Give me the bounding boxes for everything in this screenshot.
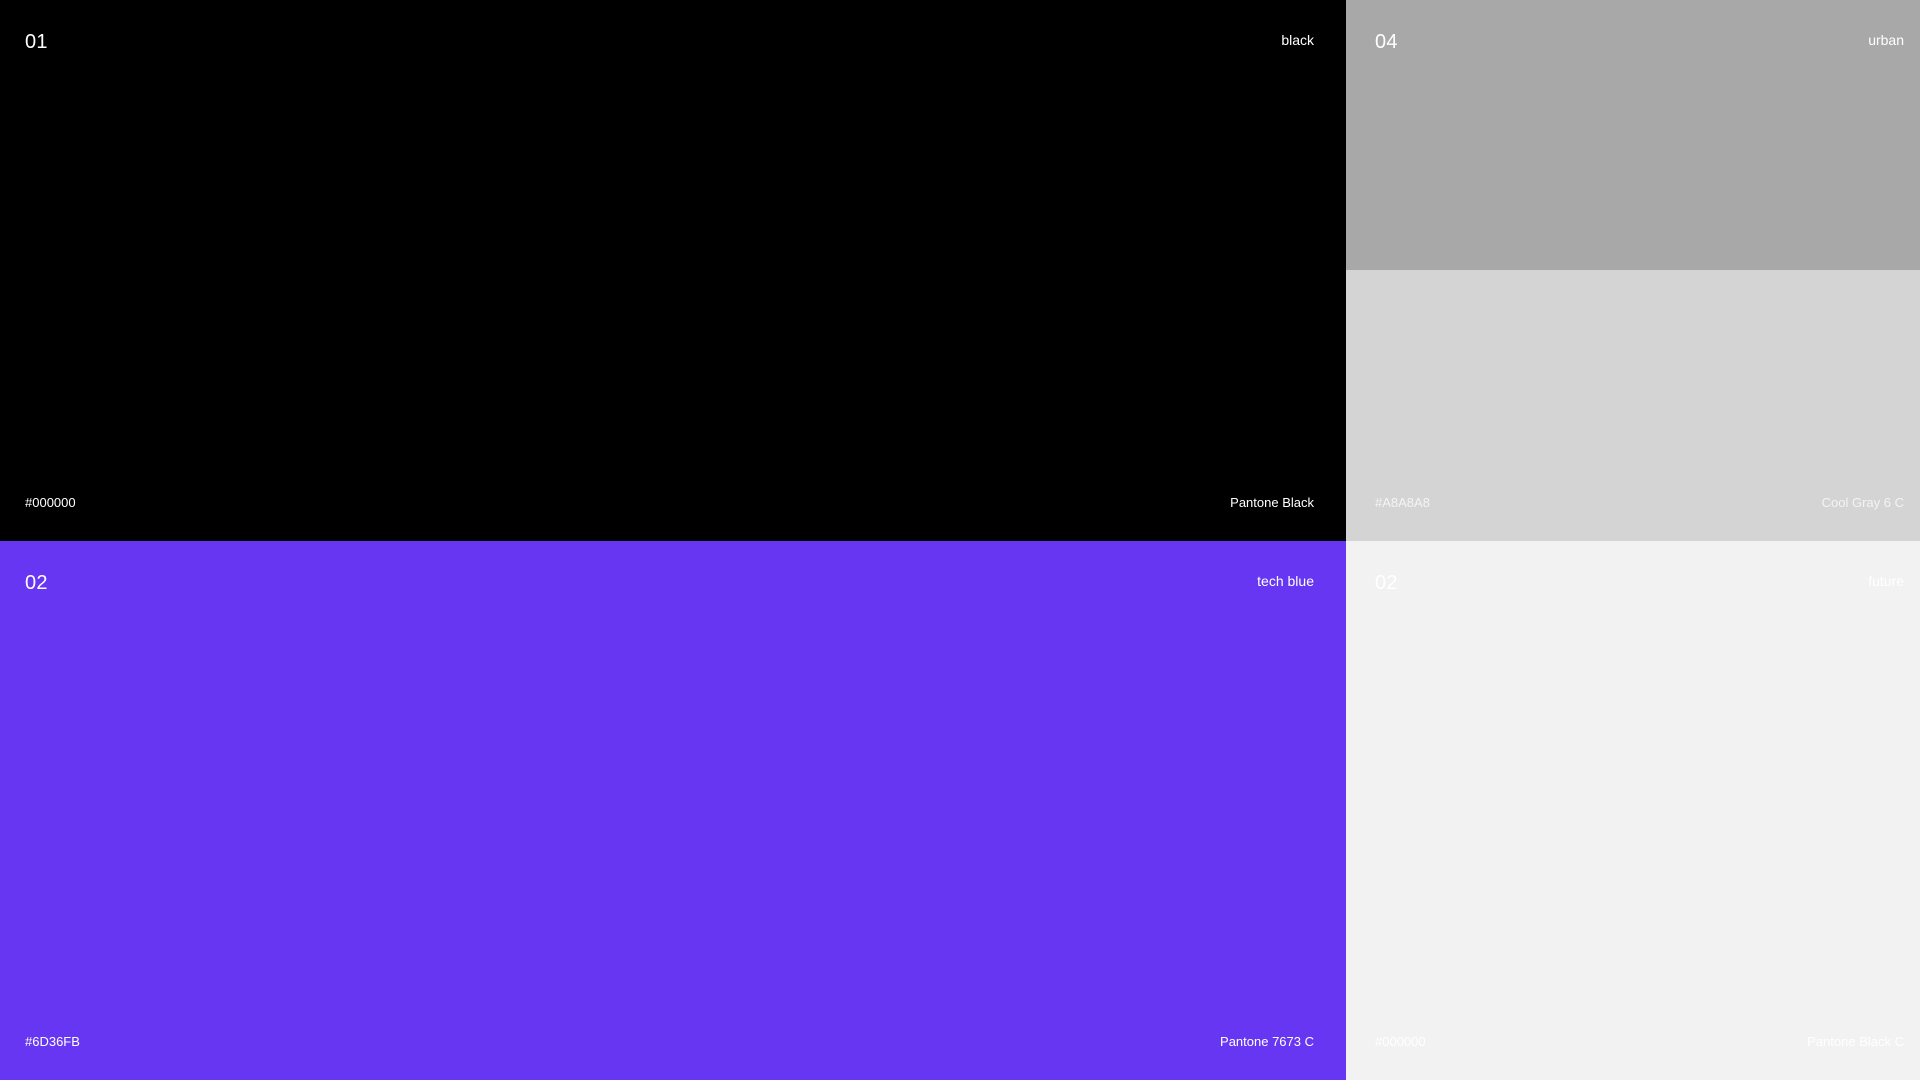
swatch-name: urban: [1868, 32, 1904, 48]
swatch-urban-light: #A8A8A8 Cool Gray 6 C: [1346, 270, 1920, 541]
swatch-hex-code: #A8A8A8: [1375, 495, 1430, 510]
swatch-pantone: Pantone Black: [1230, 495, 1314, 510]
swatch-name: tech blue: [1257, 573, 1314, 589]
swatch-pantone: Cool Gray 6 C: [1821, 495, 1904, 510]
swatch-tech-blue: 02 tech blue #6D36FB Pantone 7673 C: [0, 541, 1346, 1080]
swatch-pantone: Pantone Black C: [1807, 1034, 1904, 1049]
swatch-number: 02: [25, 572, 48, 594]
swatch-future: 02 future #000000 Pantone Black C: [1346, 541, 1920, 1080]
swatch-pantone: Pantone 7673 C: [1220, 1034, 1314, 1049]
swatch-urban: 04 urban: [1346, 0, 1920, 270]
swatch-hex-code: #000000: [25, 495, 76, 510]
swatch-number: 01: [25, 31, 48, 53]
swatch-hex-code: #6D36FB: [25, 1034, 80, 1049]
swatch-name: black: [1281, 32, 1314, 48]
swatch-hex-code: #000000: [1375, 1034, 1426, 1049]
swatch-number: 02: [1375, 572, 1398, 594]
swatch-black: 01 black #000000 Pantone Black: [0, 0, 1346, 541]
swatch-name: future: [1868, 573, 1904, 589]
swatch-number: 04: [1375, 31, 1398, 53]
